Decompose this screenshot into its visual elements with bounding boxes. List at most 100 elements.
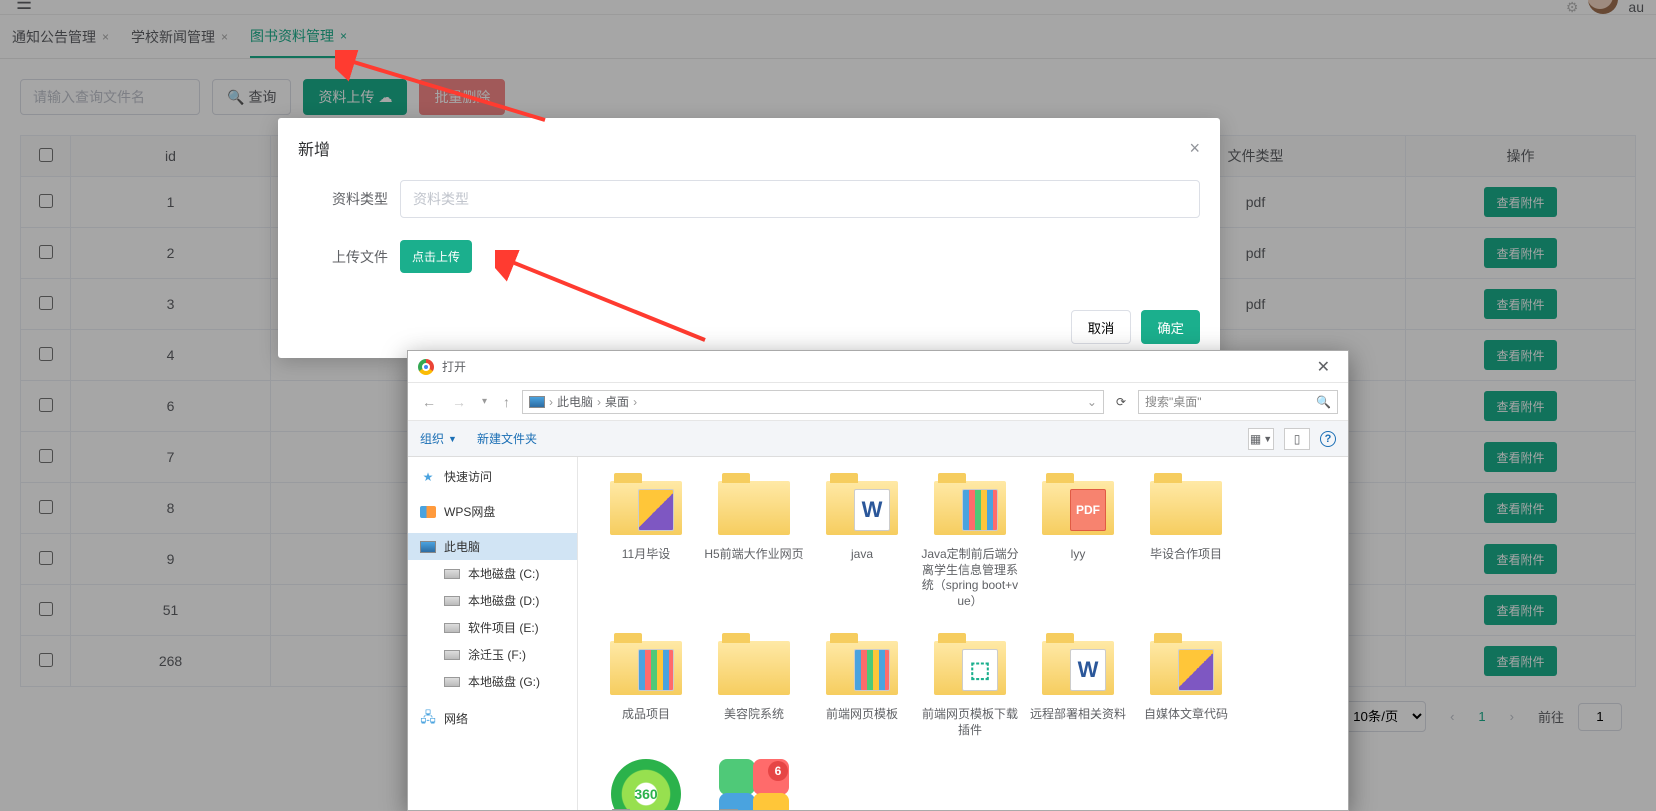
folder-word-icon: W [826,469,898,541]
file-search[interactable]: 搜索"桌面" 🔍 [1138,390,1338,414]
file-label: 前端网页模板 [826,707,898,723]
folder-excel-icon: ⬚ [934,629,1006,701]
folder-stripes-icon [934,469,1006,541]
chevron-right-icon: › [549,395,553,409]
folder-icon [718,469,790,541]
type-label: 资料类型 [310,189,388,209]
chevron-right-icon: › [597,395,601,409]
sidebar-drive[interactable]: 本地磁盘 (C:) [408,560,577,587]
back-icon[interactable]: ← [418,394,440,410]
path-current[interactable]: 桌面 [605,393,629,410]
disk-icon [444,569,460,579]
refresh-icon[interactable]: ⟳ [1112,395,1130,409]
chevron-down-icon[interactable]: ⌄ [1087,395,1097,409]
file-item[interactable]: 美容院系统 [704,629,804,738]
file-label: Java定制前后端分离学生信息管理系统（spring boot+vue） [920,547,1020,609]
file-sidebar: ★ 快速访问 WPS网盘 此电脑 本地磁盘 (C:)本地磁盘 (D:)软件项目 … [408,457,578,810]
file-label: 远程部署相关资料 [1030,707,1126,723]
file-item[interactable]: 自媒体文章代码 [1136,629,1236,738]
sidebar-network[interactable]: 🖧 网络 [408,705,577,732]
disk-icon [444,623,460,633]
form-row-type: 资料类型 [310,180,1200,218]
shortcut-icon: ↗ [720,809,738,810]
upload-btn-label: 点击上传 [412,250,460,264]
forward-icon[interactable]: → [448,394,470,410]
sidebar-drive[interactable]: 软件项目 (E:) [408,614,577,641]
sidebar-drive[interactable]: 涂迁玉 (F:) [408,641,577,668]
network-icon: 🖧 [420,712,436,726]
file-label: 毕设合作项目 [1150,547,1222,563]
file-item[interactable]: PDF lyy [1028,469,1128,609]
file-item[interactable]: H5前端大作业网页 [704,469,804,609]
file-dialog-nav: ← → ▾ ↑ › 此电脑 › 桌面 › ⌄ ⟳ 搜索"桌面" 🔍 [408,383,1348,421]
view-mode-icon[interactable]: ▦▼ [1248,428,1274,450]
chrome-icon [418,359,434,375]
preview-pane-icon[interactable]: ▯ [1284,428,1310,450]
folder-icon [718,629,790,701]
close-icon[interactable]: × [1189,138,1200,159]
folder-img-icon [1150,629,1222,701]
file-item[interactable]: 11月毕设 [596,469,696,609]
wps-icon [420,506,436,518]
file-item[interactable]: ↗6360软件管家 [704,759,804,810]
modal-header: 新增 × [278,118,1220,170]
search-icon: 🔍 [1316,395,1331,409]
cancel-button[interactable]: 取消 [1071,310,1132,344]
confirm-button[interactable]: 确定 [1141,310,1200,344]
file-label: 前端网页模板下载插件 [920,707,1020,738]
upload-label: 上传文件 [310,247,388,267]
file-label: java [851,547,873,563]
help-icon[interactable]: ? [1320,431,1336,447]
sidebar-wps[interactable]: WPS网盘 [408,498,577,525]
file-item[interactable]: ↗360安全卫士 [596,759,696,810]
confirm-label: 确定 [1157,321,1184,336]
file-label: lyy [1071,547,1086,563]
file-item[interactable]: ⬚ 前端网页模板下载插件 [920,629,1020,738]
sidebar-drive[interactable]: 本地磁盘 (G:) [408,668,577,695]
badge: 6 [768,761,788,781]
file-item[interactable]: W远程部署相关资料 [1028,629,1128,738]
sq360-icon: ↗6 [718,759,790,810]
path-root[interactable]: 此电脑 [557,393,593,410]
chevron-right-icon: › [633,395,637,409]
file-dialog: 打开 ✕ ← → ▾ ↑ › 此电脑 › 桌面 › ⌄ ⟳ 搜索"桌面" 🔍 组… [407,350,1349,811]
file-dialog-title: 打开 [442,358,466,375]
disk-icon [444,677,460,687]
add-modal: 新增 × 资料类型 上传文件 点击上传 取消 确定 [278,118,1220,358]
folder-img-icon [610,469,682,541]
file-label: H5前端大作业网页 [704,547,803,563]
file-item[interactable]: 毕设合作项目 [1136,469,1236,609]
folder-stripes-icon [610,629,682,701]
sidebar-quick-access[interactable]: ★ 快速访问 [408,463,577,490]
new-folder-button[interactable]: 新建文件夹 [477,430,537,447]
cancel-label: 取消 [1088,321,1115,336]
up-icon[interactable]: ↑ [499,394,514,410]
modal-footer: 取消 确定 [1071,310,1200,344]
folder-icon [1150,469,1222,541]
file-item[interactable]: Java定制前后端分离学生信息管理系统（spring boot+vue） [920,469,1020,609]
organize-menu[interactable]: 组织 ▼ [420,430,457,447]
shortcut-icon: ↗ [612,809,630,810]
search-placeholder: 搜索"桌面" [1145,393,1202,410]
type-input[interactable] [400,180,1200,218]
pc-icon [420,541,436,553]
history-icon[interactable]: ▾ [478,396,491,407]
path-breadcrumb[interactable]: › 此电脑 › 桌面 › ⌄ [522,390,1104,414]
folder-pdf-icon: PDF [1042,469,1114,541]
folder-stripes-icon [826,629,898,701]
modal-title: 新增 [298,136,330,160]
chevron-down-icon: ▼ [448,434,457,444]
close-icon[interactable]: ✕ [1309,353,1338,381]
disk-icon [444,650,460,660]
sidebar-drive[interactable]: 本地磁盘 (D:) [408,587,577,614]
star-icon: ★ [420,470,436,484]
file-item[interactable]: Wjava [812,469,912,609]
file-dialog-body: ★ 快速访问 WPS网盘 此电脑 本地磁盘 (C:)本地磁盘 (D:)软件项目 … [408,457,1348,810]
form-row-upload: 上传文件 点击上传 [310,240,1200,273]
file-label: 成品项目 [622,707,670,723]
click-upload-button[interactable]: 点击上传 [400,240,472,273]
file-label: 11月毕设 [622,547,670,563]
file-item[interactable]: 前端网页模板 [812,629,912,738]
file-item[interactable]: 成品项目 [596,629,696,738]
sidebar-this-pc[interactable]: 此电脑 [408,533,577,560]
